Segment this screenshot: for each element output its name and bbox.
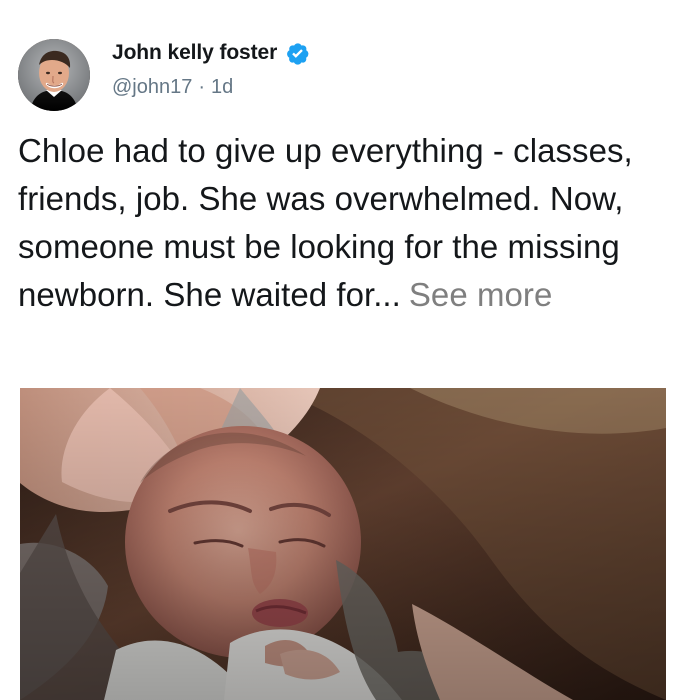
author-handle[interactable]: @john17 [112, 75, 192, 99]
post-media-image[interactable] [20, 388, 666, 700]
meta-separator: · [198, 76, 206, 98]
post-text: Chloe had to give up everything - classe… [18, 127, 688, 319]
post-meta: @john17 · 1d [112, 75, 310, 99]
verified-badge-icon [285, 41, 310, 66]
author-name-row: John kelly foster [112, 39, 310, 67]
avatar[interactable] [18, 39, 90, 111]
author-block: John kelly foster @john17 · 1d [112, 39, 310, 99]
post-time[interactable]: 1d [211, 75, 233, 99]
social-post: John kelly foster @john17 · 1d Chloe had… [0, 0, 700, 700]
see-more-link[interactable]: See more [409, 276, 552, 313]
profile-photo [18, 39, 90, 111]
author-name[interactable]: John kelly foster [112, 39, 277, 67]
newborn-photo [20, 388, 666, 700]
